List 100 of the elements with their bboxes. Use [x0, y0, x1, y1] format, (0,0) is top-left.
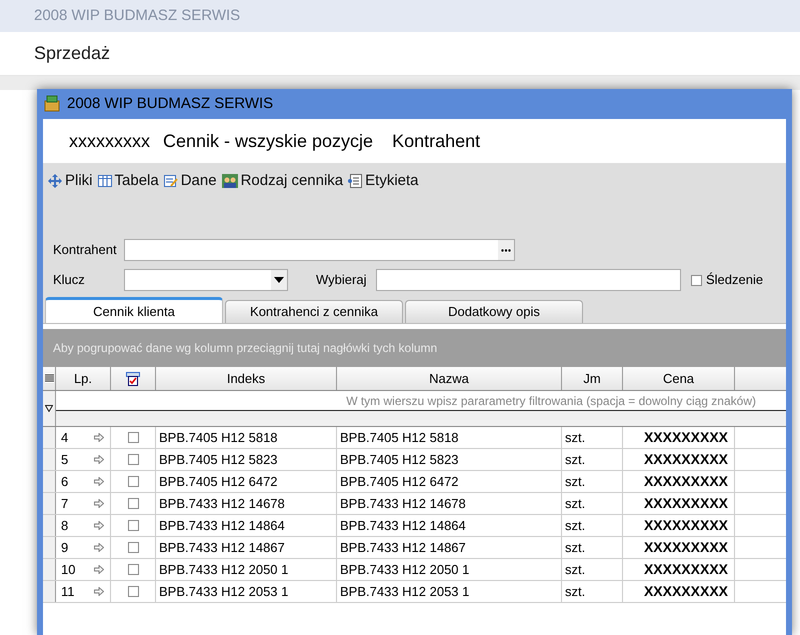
- table-cell-text: BPB.7405 H12 5823: [159, 450, 278, 469]
- row-number: 7: [61, 494, 68, 513]
- table-cell-text: BPB.7405 H12 6472: [159, 472, 278, 491]
- row-selector[interactable]: [43, 427, 56, 448]
- table-cell-text: szt.: [565, 494, 586, 513]
- people-icon: [222, 174, 238, 188]
- field-label: Wybieraj: [315, 271, 368, 290]
- dropdown-arrow-icon: [274, 277, 284, 283]
- table-cell-text: XXXXXXXXX: [644, 538, 728, 557]
- tracking-checkbox[interactable]: [691, 274, 702, 286]
- header-code: xxxxxxxxx: [69, 130, 150, 152]
- filter-icon[interactable]: [45, 405, 53, 412]
- tab[interactable]: Dodatkowy opis: [405, 300, 583, 323]
- column-header[interactable]: Cena: [623, 367, 735, 390]
- table-cell-text: BPB.7405 H12 6472: [340, 472, 459, 491]
- table-cell-text: BPB.7433 H12 14867: [159, 538, 285, 557]
- header-subtitle: Kontrahent: [392, 130, 480, 152]
- key-dropdown[interactable]: [124, 269, 288, 291]
- browse-button[interactable]: [498, 240, 514, 260]
- arrow-right-icon: [94, 499, 104, 508]
- row-selector[interactable]: [43, 493, 56, 514]
- group-hint: Aby pogrupować dane wg kolumn przeciągnij tutaj nagłówki tych kolumn: [53, 340, 438, 357]
- table-cell-text: BPB.7433 H12 2050 1: [159, 560, 288, 579]
- row-checkbox[interactable]: [128, 454, 138, 465]
- table-cell-text: BPB.7433 H12 2050 1: [340, 560, 470, 579]
- toolbar-button[interactable]: Dane: [164, 170, 217, 192]
- list-icon[interactable]: [44, 374, 54, 383]
- row-selector[interactable]: [43, 471, 56, 492]
- tab[interactable]: Cennik klienta: [45, 297, 223, 323]
- table-cell-text: szt.: [565, 560, 586, 579]
- arrow-right-icon: [94, 455, 104, 464]
- arrow-right-icon: [94, 587, 104, 596]
- row-number: 8: [61, 516, 68, 535]
- toolbar-button[interactable]: Etykieta: [348, 170, 418, 192]
- arrow-right-icon: [94, 521, 104, 530]
- table-cell-text: XXXXXXXXX: [644, 516, 728, 535]
- row-number: 10: [61, 560, 76, 579]
- row-number: 11: [61, 582, 74, 601]
- row-selector[interactable]: [43, 581, 56, 602]
- table-cell-text: BPB.7405 H12 5818: [340, 428, 459, 447]
- field-label: Klucz: [52, 271, 86, 290]
- table-cell-text: szt.: [565, 472, 586, 491]
- field-label: Kontrahent: [52, 241, 118, 260]
- row-selector[interactable]: [43, 515, 56, 536]
- arrow-right-icon: [94, 433, 104, 442]
- table-cell-text: XXXXXXXXX: [644, 472, 728, 491]
- contractor-field[interactable]: [124, 239, 515, 261]
- toolbar-button[interactable]: Pliki: [48, 170, 93, 192]
- table-cell-text: XXXXXXXXX: [644, 582, 728, 601]
- document-list-icon: [348, 174, 362, 188]
- table-cell-text: XXXXXXXXX: [644, 450, 728, 469]
- row-selector[interactable]: [43, 449, 56, 470]
- table-cell-text: BPB.7433 H12 2053 1: [159, 582, 288, 601]
- row-number: 6: [61, 472, 68, 491]
- checkbox-label: Śledzenie: [706, 271, 764, 290]
- checkbox-header-icon[interactable]: [126, 372, 140, 386]
- package-icon: [43, 95, 61, 113]
- table-cell-text: szt.: [565, 428, 586, 447]
- arrow-right-icon: [94, 543, 104, 552]
- table-cell-text: XXXXXXXXX: [644, 494, 728, 513]
- table-cell-text: BPB.7433 H12 14864: [159, 516, 285, 535]
- filter-hint: W tym wierszu wpisz pararametry filtrowania (spacja = dowolny ciąg znaków): [346, 392, 756, 410]
- table-cell-text: BPB.7433 H12 14678: [159, 494, 285, 513]
- table-cell-text: szt.: [565, 450, 586, 469]
- column-header[interactable]: Lp.: [56, 367, 111, 390]
- form-edit-icon: [164, 174, 178, 188]
- table-cell-text: BPB.7433 H12 14864: [340, 516, 466, 535]
- row-checkbox[interactable]: [128, 564, 138, 575]
- row-number: 9: [61, 538, 68, 557]
- column-header[interactable]: Nazwa: [337, 367, 562, 390]
- row-selector[interactable]: [43, 559, 56, 580]
- background-window-title: 2008 WIP BUDMASZ SERWIS: [34, 6, 240, 26]
- table-cell-text: XXXXXXXXX: [644, 428, 728, 447]
- arrow-right-icon: [94, 477, 104, 486]
- table-cell-text: BPB.7433 H12 14678: [340, 494, 466, 513]
- table-cell-text: BPB.7433 H12 14867: [340, 538, 466, 557]
- header-title: Cennik - wszyskie pozycje: [163, 130, 374, 153]
- section-title: Sprzedaż: [34, 42, 110, 65]
- ellipsis-icon: [501, 248, 511, 252]
- row-checkbox[interactable]: [128, 520, 138, 531]
- row-selector[interactable]: [43, 537, 56, 558]
- table-cell-text: BPB.7405 H12 5818: [159, 428, 278, 447]
- tab[interactable]: Kontrahenci z cennika: [225, 300, 403, 323]
- table-cell-text: szt.: [565, 538, 586, 557]
- arrow-right-icon: [94, 565, 104, 574]
- row-checkbox[interactable]: [128, 476, 138, 487]
- row-checkbox[interactable]: [128, 498, 138, 509]
- search-field[interactable]: [376, 269, 681, 291]
- row-number: 4: [61, 428, 68, 447]
- column-header[interactable]: Indeks: [156, 367, 337, 390]
- toolbar-button[interactable]: Tabela: [98, 170, 159, 192]
- row-checkbox[interactable]: [128, 542, 138, 553]
- window-title: 2008 WIP BUDMASZ SERWIS: [67, 94, 274, 114]
- table-cell-text: BPB.7433 H12 2053 1: [340, 582, 470, 601]
- table-icon: [98, 175, 112, 187]
- row-checkbox[interactable]: [128, 586, 138, 597]
- row-checkbox[interactable]: [128, 432, 138, 443]
- table-cell-text: szt.: [565, 516, 586, 535]
- toolbar-button[interactable]: Rodzaj cennika: [222, 170, 344, 192]
- column-header[interactable]: Jm: [562, 367, 623, 390]
